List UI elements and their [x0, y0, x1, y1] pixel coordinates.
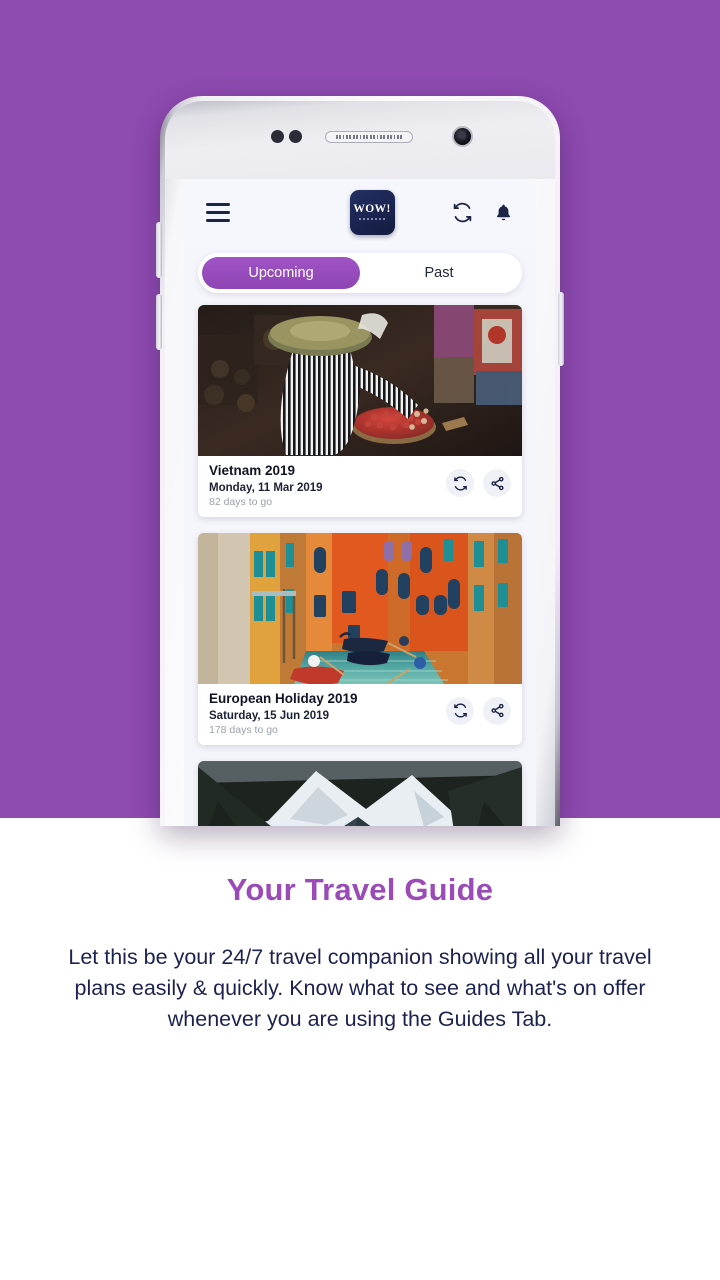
trip-card[interactable]: Vietnam 2019 Monday, 11 Mar 2019 82 days…: [198, 305, 522, 517]
volume-down-button[interactable]: [156, 294, 162, 350]
trip-title: Vietnam 2019: [209, 463, 296, 478]
snow-mountains-photo: [198, 760, 522, 826]
trip-sync-button[interactable]: [446, 696, 474, 725]
caption-body: Let this be your 24/7 travel companion s…: [68, 945, 652, 1031]
hamburger-menu-icon[interactable]: [206, 202, 230, 222]
trip-card[interactable]: [198, 760, 522, 826]
front-camera-icon: [452, 126, 473, 147]
trip-card-list: Vietnam 2019 Monday, 11 Mar 2019 82 days…: [198, 305, 522, 826]
earpiece-speaker-icon: [325, 131, 413, 143]
trip-share-button[interactable]: [483, 469, 511, 497]
trip-card-actions: [446, 463, 511, 497]
phone-top-bezel: [165, 101, 555, 179]
app-logo-wordmark: WOW!: [353, 202, 391, 215]
tab-past[interactable]: Past: [360, 257, 518, 289]
trip-title: European Holiday 2019: [209, 690, 358, 706]
app-top-bar: WOW!: [184, 179, 536, 245]
vietnam-market-vendor-photo: [198, 305, 522, 456]
refresh-icon: [453, 476, 467, 490]
power-button[interactable]: [558, 292, 564, 366]
tab-upcoming[interactable]: Upcoming: [202, 257, 360, 289]
appbar-actions: [395, 202, 515, 223]
trip-card[interactable]: European Holiday 2019 Saturday, 15 Jun 2…: [198, 532, 522, 745]
app-logo-subline: [359, 218, 385, 221]
phone-screen: WOW! Upcoming Past Vietnam 2019 Monday, …: [184, 179, 536, 826]
trip-date: Saturday, 15 Jun 2019: [209, 709, 329, 722]
page-title: Your Travel Guide: [226, 872, 494, 907]
trip-date: Monday, 11 Mar 2019: [209, 481, 323, 494]
trip-share-button[interactable]: [483, 696, 511, 725]
trip-card-text: Vietnam 2019 Monday, 11 Mar 2019 82 days…: [209, 463, 446, 508]
proximity-sensor-icon: [271, 130, 284, 143]
light-sensor-icon: [289, 130, 302, 143]
trip-card-body: Vietnam 2019 Monday, 11 Mar 2019 82 days…: [198, 456, 522, 517]
app-logo[interactable]: WOW!: [349, 189, 395, 235]
share-icon: [490, 704, 504, 718]
refresh-icon[interactable]: [452, 202, 473, 223]
trip-card-actions: [446, 691, 511, 725]
venice-canal-gondolas-photo: [198, 532, 522, 684]
trip-card-body: European Holiday 2019 Saturday, 15 Jun 2…: [198, 684, 522, 745]
volume-up-button[interactable]: [156, 222, 162, 278]
trip-countdown: 82 days to go: [209, 495, 273, 508]
trip-sync-button[interactable]: [446, 469, 474, 497]
trip-countdown: 178 days to go: [209, 723, 278, 736]
refresh-icon: [453, 703, 467, 718]
bell-icon[interactable]: [493, 202, 514, 223]
caption-section: Your Travel Guide Let this be your 24/7 …: [0, 818, 720, 1035]
phone-mockup: WOW! Upcoming Past Vietnam 2019 Monday, …: [156, 96, 564, 826]
share-icon: [490, 476, 504, 490]
screenshot-root: WOW! Upcoming Past Vietnam 2019 Monday, …: [0, 0, 720, 1280]
trip-card-text: European Holiday 2019 Saturday, 15 Jun 2…: [209, 691, 446, 736]
trip-filter-tabs: Upcoming Past: [198, 253, 522, 293]
